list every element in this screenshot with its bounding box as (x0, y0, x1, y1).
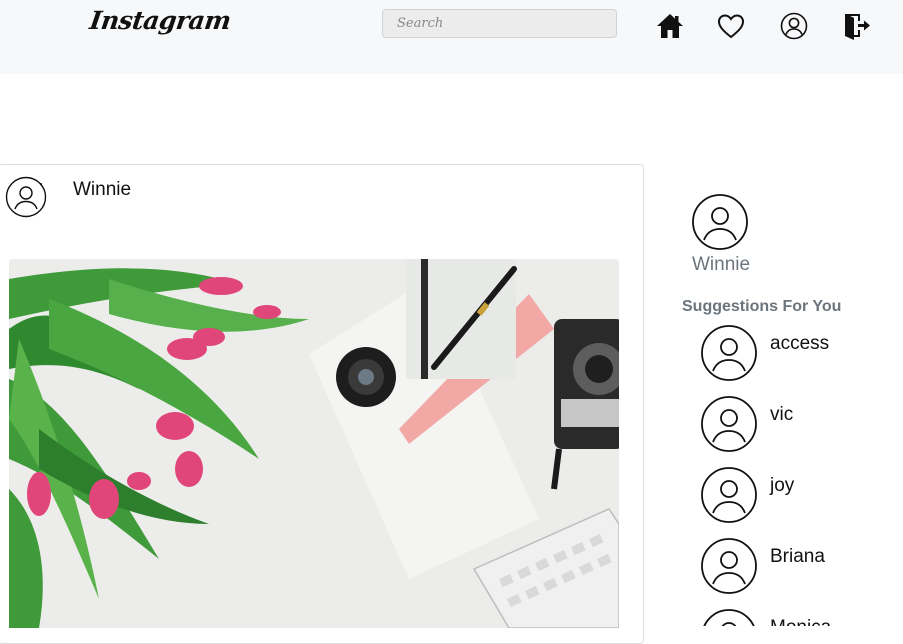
current-user-name[interactable]: Winnie (692, 254, 750, 276)
suggestion-item[interactable]: access (700, 324, 900, 382)
suggestions-heading: Suggestions For You (682, 298, 842, 315)
heart-icon[interactable] (716, 11, 746, 41)
user-avatar-icon (700, 324, 758, 382)
current-user-avatar-icon[interactable] (691, 193, 749, 251)
logout-icon[interactable] (842, 11, 872, 41)
profile-icon[interactable] (779, 11, 809, 41)
suggestion-username[interactable]: vic (770, 404, 793, 426)
suggestion-item[interactable]: joy (700, 466, 900, 524)
top-navbar: Instagram (0, 0, 903, 74)
post-author-avatar-icon[interactable] (5, 176, 47, 218)
user-avatar-icon (700, 395, 758, 453)
home-icon[interactable] (655, 11, 685, 41)
suggestion-item[interactable]: Monica (700, 608, 900, 626)
instagram-logo[interactable]: Instagram (88, 6, 233, 35)
suggestion-item[interactable]: vic (700, 395, 900, 453)
suggestion-username[interactable]: Monica (770, 617, 831, 626)
suggestions-list: access vic joy Briana (690, 320, 903, 626)
user-avatar-icon (700, 466, 758, 524)
suggestion-item[interactable]: Briana (700, 537, 900, 595)
user-avatar-icon (700, 608, 758, 626)
suggestion-username[interactable]: Briana (770, 546, 825, 568)
post-image[interactable] (9, 259, 619, 628)
search-input[interactable] (382, 9, 617, 38)
post-author-name[interactable]: Winnie (73, 179, 131, 201)
user-avatar-icon (700, 537, 758, 595)
suggestion-username[interactable]: joy (770, 475, 794, 497)
suggestion-username[interactable]: access (770, 333, 829, 355)
